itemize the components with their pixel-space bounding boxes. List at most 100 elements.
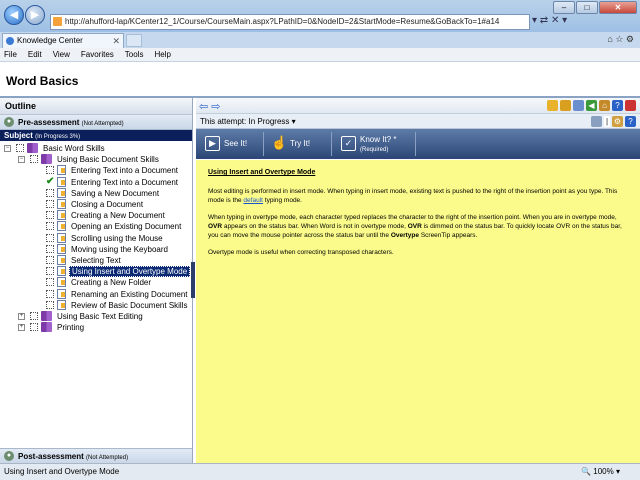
menu-tools[interactable]: Tools <box>125 48 144 61</box>
tree-topic[interactable]: − Using Basic Document Skills <box>0 154 190 165</box>
pre-assessment-status: (Not Attempted) <box>81 121 124 127</box>
subject-bar[interactable]: Subject (In Progress 3%) <box>0 130 192 141</box>
post-assessment-row[interactable]: ● Post-assessment (Not Attempted) <box>0 448 192 463</box>
collapse-icon[interactable]: − <box>4 145 11 152</box>
page-title: Word Basics <box>6 74 79 88</box>
subject-label: Subject <box>4 131 33 140</box>
outline-panel: Outline ● Pre-assessment (Not Attempted)… <box>0 98 193 463</box>
lesson-page-icon <box>57 187 66 198</box>
lesson-page-icon <box>57 277 66 288</box>
back-button[interactable]: ◀ <box>4 5 24 25</box>
tree-topic[interactable]: − Basic Word Skills <box>0 143 190 154</box>
maximize-button[interactable]: □ <box>576 1 598 14</box>
status-checkbox-icon <box>46 166 54 175</box>
tree-lesson[interactable]: Selecting Text <box>0 255 190 266</box>
lesson-title: Using Insert and Overtype Mode <box>208 169 316 176</box>
browser-toolbar-icons[interactable]: ⌂ ☆ ⚙ <box>607 34 634 45</box>
lesson-page-icon <box>57 165 66 176</box>
status-checkbox-icon <box>30 155 38 164</box>
notes-icon[interactable] <box>547 100 558 111</box>
status-checkbox-icon <box>46 233 54 242</box>
tree-lesson[interactable]: ✔ Entering Text into a Document <box>0 176 190 188</box>
tree-topic[interactable]: + Using Basic Text Editing <box>0 311 190 322</box>
tree-lesson[interactable]: Renaming an Existing Document <box>0 288 190 300</box>
menu-view[interactable]: View <box>53 48 70 61</box>
menu-bar: File Edit View Favorites Tools Help <box>0 48 640 62</box>
tree-lesson[interactable]: Entering Text into a Document <box>0 165 190 176</box>
next-icon[interactable]: ◀ <box>586 100 597 111</box>
minimize-button[interactable]: – <box>553 1 575 14</box>
forward-button[interactable]: ▶ <box>25 5 45 25</box>
panel-splitter[interactable] <box>191 262 195 298</box>
tree-lesson[interactable]: Scrolling using the Mouse <box>0 232 190 244</box>
window-controls: – □ ✕ <box>552 1 637 14</box>
comment-icon[interactable] <box>573 100 584 111</box>
settings-icon[interactable]: ⚙ <box>612 116 623 127</box>
know-it-button[interactable]: ✓ Know It? * (Required) <box>336 132 416 156</box>
lesson-page-icon <box>57 299 66 310</box>
paragraph-3: Overtype mode is useful when correcting … <box>208 249 394 256</box>
course-tree: − Basic Word Skills − Using Basic Document … <box>0 141 192 446</box>
exit-icon[interactable] <box>625 100 636 111</box>
attempt-label: This attempt: <box>200 117 247 126</box>
tree-label: Scrolling using the Mouse <box>71 233 163 243</box>
status-checkbox-icon <box>46 211 54 220</box>
tree-label: Review of Basic Document Skills <box>71 300 188 310</box>
know-it-star: * <box>393 135 397 144</box>
zoom-control[interactable]: 🔍 100% ▾ <box>581 464 620 480</box>
menu-help[interactable]: Help <box>154 48 170 61</box>
tree-lesson[interactable]: Creating a New Folder <box>0 277 190 288</box>
tree-label: Using Insert and Overtype Mode <box>69 266 191 278</box>
p1-text-b: typing mode. <box>262 197 302 204</box>
tab-knowledge-center[interactable]: Knowledge Center ✕ <box>2 33 124 48</box>
lesson-page-icon <box>57 288 66 299</box>
status-checkbox-icon <box>46 267 54 276</box>
tree-lesson[interactable]: Opening an Existing Document <box>0 221 190 232</box>
status-text: Using Insert and Overtype Mode <box>4 467 120 476</box>
print-icon[interactable] <box>591 116 602 127</box>
tab-close-icon[interactable]: ✕ <box>112 34 120 48</box>
tree-lesson[interactable]: Review of Basic Document Skills <box>0 299 190 311</box>
menu-favorites[interactable]: Favorites <box>81 48 114 61</box>
info-icon[interactable]: ? <box>625 116 636 127</box>
lesson-page-icon <box>57 266 66 277</box>
mode-bar: ▶ See It! ☝ Try It! ✓ Know It? * (Requir… <box>196 129 640 159</box>
new-tab-button[interactable] <box>126 34 142 47</box>
close-button[interactable]: ✕ <box>599 1 637 14</box>
bookmark-icon[interactable] <box>560 100 571 111</box>
tree-label: Closing a Document <box>71 200 144 209</box>
tree-topic[interactable]: + Printing <box>0 322 190 333</box>
see-it-button[interactable]: ▶ See It! <box>200 132 264 156</box>
prev-next-arrows-icon[interactable]: ⇦ ⇨ <box>199 100 221 113</box>
tree-label: Opening an Existing Document <box>71 222 182 232</box>
pre-assessment-row[interactable]: ● Pre-assessment (Not Attempted) <box>0 115 192 130</box>
tree-label: Using Basic Document Skills <box>57 155 159 165</box>
status-checkbox-icon <box>46 300 54 309</box>
status-checkbox-icon <box>46 278 54 287</box>
default-link[interactable]: default <box>243 197 263 204</box>
tree-label: Saving a New Document <box>71 188 160 198</box>
menu-file[interactable]: File <box>4 48 17 61</box>
help-icon[interactable]: ? <box>612 100 623 111</box>
expand-icon[interactable]: + <box>18 324 25 332</box>
try-it-button[interactable]: ☝ Try It! <box>266 132 332 156</box>
tree-lesson[interactable]: Creating a New Document <box>0 210 190 221</box>
collapse-icon[interactable]: − <box>18 156 25 164</box>
expand-icon[interactable]: + <box>18 313 25 320</box>
tree-lesson[interactable]: Moving using the Keyboard <box>0 243 190 255</box>
address-tools[interactable]: ▾ ⇄ ✕ ▾ <box>532 15 567 26</box>
zoom-value: 100% <box>593 467 614 476</box>
tree-lesson[interactable]: Using Insert and Overtype Mode <box>0 266 191 278</box>
menu-edit[interactable]: Edit <box>28 48 42 61</box>
lesson-content: Using Insert and Overtype Mode Most edit… <box>196 160 640 463</box>
attempt-select[interactable]: In Progress ▾ <box>248 117 295 126</box>
home-icon[interactable]: ⌂ <box>599 100 610 111</box>
book-icon <box>41 154 52 165</box>
address-bar[interactable]: http://ahufford-lap/KCenter12_1/Course/C… <box>50 14 530 30</box>
tab-bar: Knowledge Center ✕ ⌂ ☆ ⚙ <box>0 32 640 48</box>
tree-lesson[interactable]: Closing a Document <box>0 199 190 210</box>
status-checkbox-icon <box>16 144 24 152</box>
lesson-page-icon <box>57 232 66 243</box>
status-checkbox-icon <box>46 256 54 264</box>
tree-lesson[interactable]: Saving a New Document <box>0 187 190 199</box>
